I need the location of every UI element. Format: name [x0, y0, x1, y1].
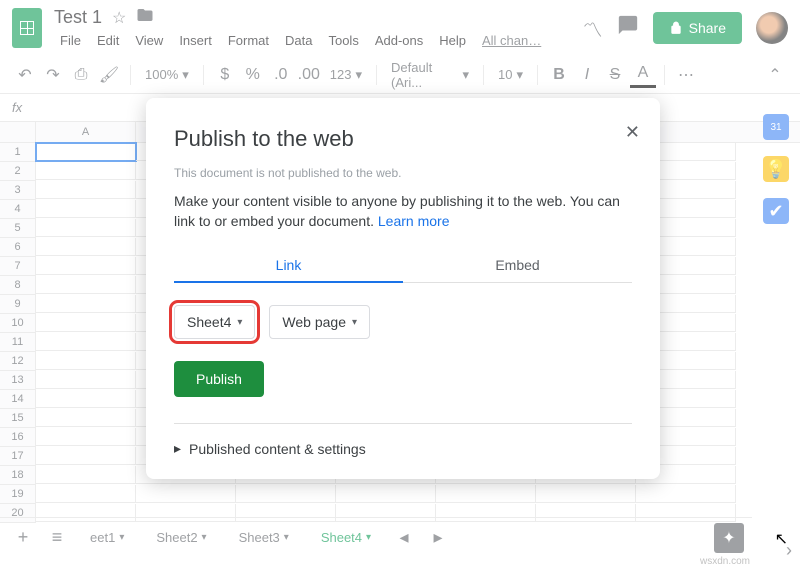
- publish-dialog: Publish to the web ✕ This document is no…: [146, 98, 660, 479]
- chevron-right-icon: ▸: [174, 440, 181, 457]
- learn-more-link[interactable]: Learn more: [378, 213, 450, 229]
- format-select[interactable]: Web page▾: [269, 305, 370, 339]
- publish-button[interactable]: Publish: [174, 361, 264, 397]
- close-icon[interactable]: ✕: [625, 122, 640, 143]
- tab-embed[interactable]: Embed: [403, 249, 632, 282]
- sheet-select[interactable]: Sheet4▾: [174, 305, 255, 339]
- expand-settings[interactable]: ▸ Published content & settings: [174, 440, 632, 457]
- tab-link[interactable]: Link: [174, 249, 403, 283]
- chevron-down-icon: ▾: [237, 317, 242, 328]
- dialog-desc: Make your content visible to anyone by p…: [174, 192, 632, 231]
- chevron-down-icon: ▾: [352, 317, 357, 328]
- dialog-note: This document is not published to the we…: [174, 166, 632, 180]
- cursor-icon: ↖: [775, 529, 788, 549]
- dialog-title: Publish to the web: [174, 126, 632, 152]
